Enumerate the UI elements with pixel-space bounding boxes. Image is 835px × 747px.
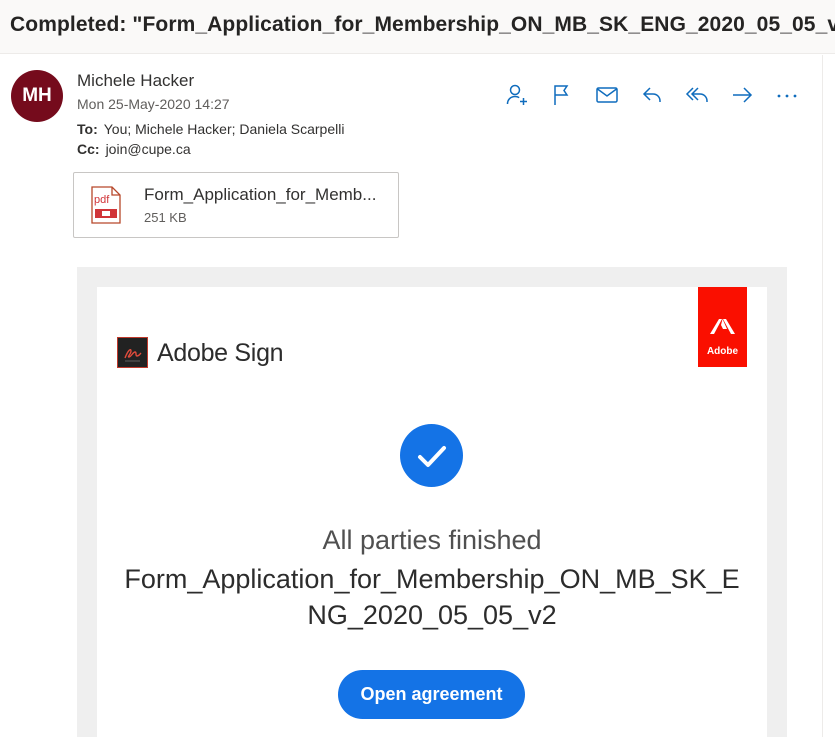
pane-divider — [822, 55, 823, 737]
check-icon — [400, 424, 463, 487]
brand-name: Adobe Sign — [157, 339, 284, 367]
flag-icon[interactable] — [547, 82, 577, 108]
attachment-name[interactable]: Form_Application_for_Memb... — [144, 185, 376, 205]
adobe-logo-icon — [710, 319, 735, 334]
email-subject: Completed: "Form_Application_for_Members… — [10, 13, 835, 36]
attachment-card[interactable]: pdf Form_Application_for_Memb... 251 KB — [73, 172, 399, 238]
adobe-badge-text: Adobe — [706, 346, 739, 357]
more-icon[interactable] — [772, 82, 802, 108]
sender-name[interactable]: Michele Hacker — [77, 71, 194, 91]
status-heading: All parties finished — [322, 525, 542, 555]
to-label: To: — [77, 121, 98, 137]
cc-label: Cc: — [77, 141, 100, 157]
cc-line: Cc: join@cupe.ca — [77, 141, 191, 157]
adobe-sign-card: Adobe Adobe Sign All parties finished Fo… — [97, 287, 767, 747]
email-body: Adobe Adobe Sign All parties finished Fo… — [77, 267, 787, 747]
subject-bar: Completed: "Form_Application_for_Members… — [0, 0, 835, 54]
sender-avatar[interactable]: MH — [11, 70, 63, 122]
document-name: Form_Application_for_Membership_ON_MB_SK… — [124, 564, 740, 630]
pdf-icon: pdf — [90, 186, 122, 229]
to-line: To: You; Michele Hacker; Daniela Scarpell… — [77, 121, 344, 137]
reply-icon[interactable] — [637, 82, 667, 108]
reply-all-icon[interactable] — [682, 82, 712, 108]
cc-recipients[interactable]: join@cupe.ca — [106, 141, 191, 157]
adobe-sign-logo-icon — [117, 337, 148, 368]
open-agreement-button[interactable]: Open agreement — [338, 670, 525, 719]
contact-icon[interactable] — [502, 82, 532, 108]
mail-icon[interactable] — [592, 82, 622, 108]
attachment-size: 251 KB — [144, 210, 187, 225]
svg-text:pdf: pdf — [94, 194, 110, 206]
to-recipients[interactable]: You; Michele Hacker; Daniela Scarpelli — [104, 121, 345, 137]
forward-icon[interactable] — [727, 82, 757, 108]
message-date: Mon 25-May-2020 14:27 — [77, 96, 230, 112]
adobe-badge: Adobe — [698, 287, 747, 367]
